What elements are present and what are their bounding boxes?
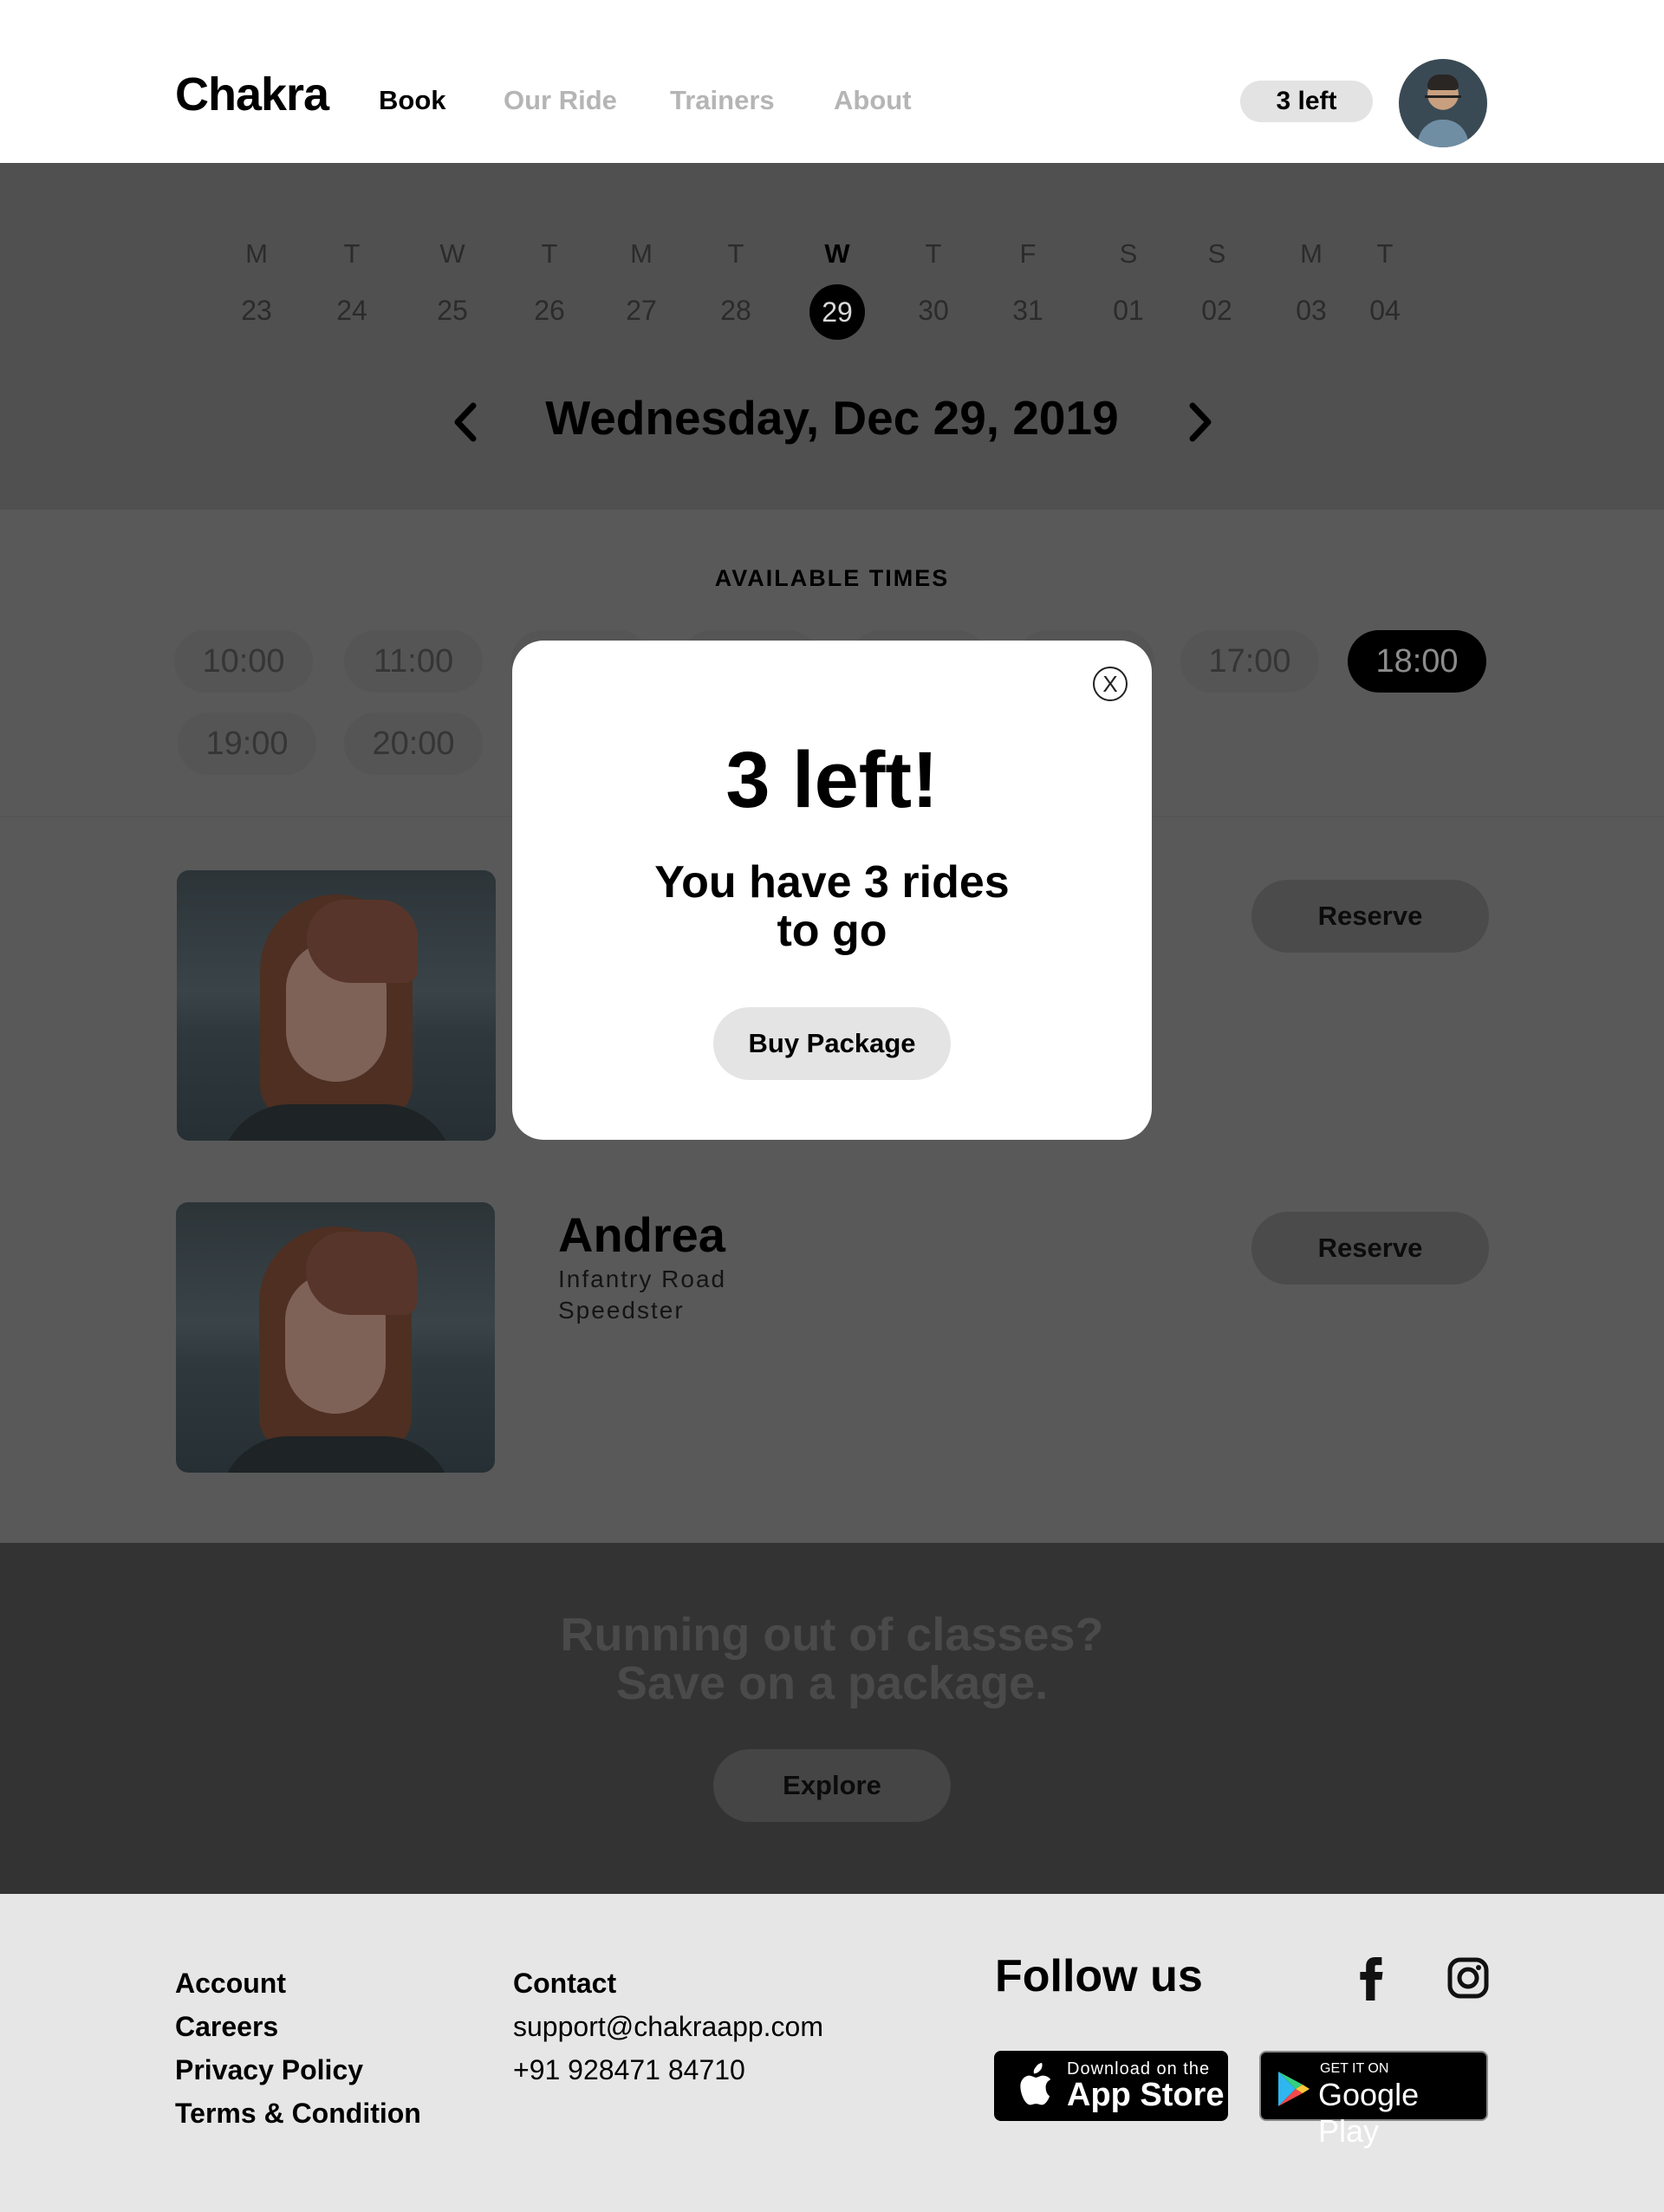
brand-logo[interactable]: Chakra <box>175 68 329 121</box>
day-of-week: M <box>630 238 653 269</box>
modal-title: 3 left! <box>725 736 939 824</box>
day-of-week: T <box>727 238 744 269</box>
time-slot-selected[interactable]: 18:00 <box>1348 630 1486 693</box>
day-of-week: M <box>1300 238 1323 269</box>
date-cell[interactable]: 03 <box>1281 295 1342 327</box>
google-play-icon <box>1278 2072 1310 2106</box>
google-play-badge[interactable]: GET IT ON Google Play <box>1259 2051 1488 2149</box>
date-cell[interactable]: 27 <box>611 295 672 327</box>
day-of-week: T <box>541 238 558 269</box>
date-cell[interactable]: 01 <box>1098 295 1159 327</box>
rider-location: Infantry Road <box>558 1265 727 1292</box>
footer-link-privacy-policy[interactable]: Privacy Policy <box>175 2054 363 2086</box>
modal-message-line1: You have 3 rides <box>654 857 1010 908</box>
apple-icon <box>1020 2063 1051 2105</box>
footer-link-account[interactable]: Account <box>175 1968 286 2000</box>
day-of-week: T <box>925 238 942 269</box>
google-play-big-text: Google Play <box>1318 2077 1420 2149</box>
day-of-week: T <box>343 238 361 269</box>
day-of-week: W <box>439 238 465 269</box>
rider-photo <box>177 870 496 1141</box>
promo-heading: Running out of classes? Save on a packag… <box>399 1610 1265 1708</box>
day-of-week: S <box>1207 238 1226 269</box>
site-header: Chakra Book Our Ride Trainers About 3 le… <box>0 0 1664 163</box>
user-avatar[interactable] <box>1399 59 1487 147</box>
facebook-icon[interactable] <box>1357 1957 1387 2001</box>
app-store-badge[interactable]: Download on the App Store <box>994 2051 1228 2121</box>
date-cell[interactable]: 25 <box>422 295 483 327</box>
promo-heading-line1: Running out of classes? <box>560 1609 1104 1661</box>
credits-badge[interactable]: 3 left <box>1240 81 1373 122</box>
follow-us-heading: Follow us <box>995 1951 1203 2001</box>
app-store-big-text: App Store <box>1067 2077 1225 2113</box>
day-of-week: M <box>245 238 268 269</box>
modal-message: You have 3 rides to go <box>607 858 1057 955</box>
footer-link-terms[interactable]: Terms & Condition <box>175 2098 421 2130</box>
nav-about[interactable]: About <box>834 85 912 116</box>
close-icon[interactable]: X <box>1093 667 1128 701</box>
time-slot[interactable]: 10:00 <box>174 630 313 693</box>
date-cell[interactable]: 02 <box>1186 295 1247 327</box>
package-promo-section <box>0 1543 1664 1894</box>
modal-message-line2: to go <box>777 906 887 956</box>
day-of-week: S <box>1119 238 1138 269</box>
explore-button[interactable]: Explore <box>713 1749 951 1822</box>
day-of-week: T <box>1376 238 1394 269</box>
date-cell[interactable]: 31 <box>998 295 1058 327</box>
nav-book[interactable]: Book <box>379 85 446 116</box>
google-play-small-text: GET IT ON <box>1320 2061 1389 2076</box>
date-cell[interactable]: 04 <box>1355 295 1415 327</box>
time-slot[interactable]: 20:00 <box>344 712 483 775</box>
reserve-button[interactable]: Reserve <box>1251 880 1489 953</box>
time-slot[interactable]: 19:00 <box>178 712 316 775</box>
date-cell[interactable]: 23 <box>226 295 287 327</box>
time-slot[interactable]: 11:00 <box>344 630 483 693</box>
rider-photo <box>176 1202 495 1473</box>
current-date-title: Wednesday, Dec 29, 2019 <box>545 391 1119 445</box>
available-times-heading: AVAILABLE TIMES <box>714 565 950 591</box>
date-cell[interactable]: 24 <box>322 295 382 327</box>
footer-link-careers[interactable]: Careers <box>175 2011 278 2043</box>
buy-package-button[interactable]: Buy Package <box>713 1007 951 1080</box>
promo-heading-line2: Save on a package. <box>615 1657 1049 1709</box>
rider-name: Andrea <box>558 1207 725 1262</box>
chevron-right-icon[interactable] <box>1180 400 1219 444</box>
contact-phone[interactable]: +91 928471 84710 <box>513 2054 745 2086</box>
date-cell[interactable]: 30 <box>903 295 964 327</box>
chevron-left-icon[interactable] <box>447 400 485 444</box>
date-cell-selected[interactable]: 29 <box>809 284 865 340</box>
day-of-week: F <box>1019 238 1037 269</box>
contact-email[interactable]: support@chakraapp.com <box>513 2011 823 2043</box>
contact-heading: Contact <box>513 1968 617 1999</box>
day-of-week-selected: W <box>824 238 850 269</box>
reserve-button[interactable]: Reserve <box>1251 1212 1489 1285</box>
date-cell[interactable]: 28 <box>705 295 766 327</box>
nav-our-ride[interactable]: Our Ride <box>504 85 617 116</box>
date-cell[interactable]: 26 <box>519 295 580 327</box>
instagram-icon[interactable] <box>1447 1957 1489 1999</box>
time-slot[interactable]: 17:00 <box>1180 630 1319 693</box>
rider-class-type: Speedster <box>558 1297 685 1324</box>
nav-trainers[interactable]: Trainers <box>670 85 775 116</box>
